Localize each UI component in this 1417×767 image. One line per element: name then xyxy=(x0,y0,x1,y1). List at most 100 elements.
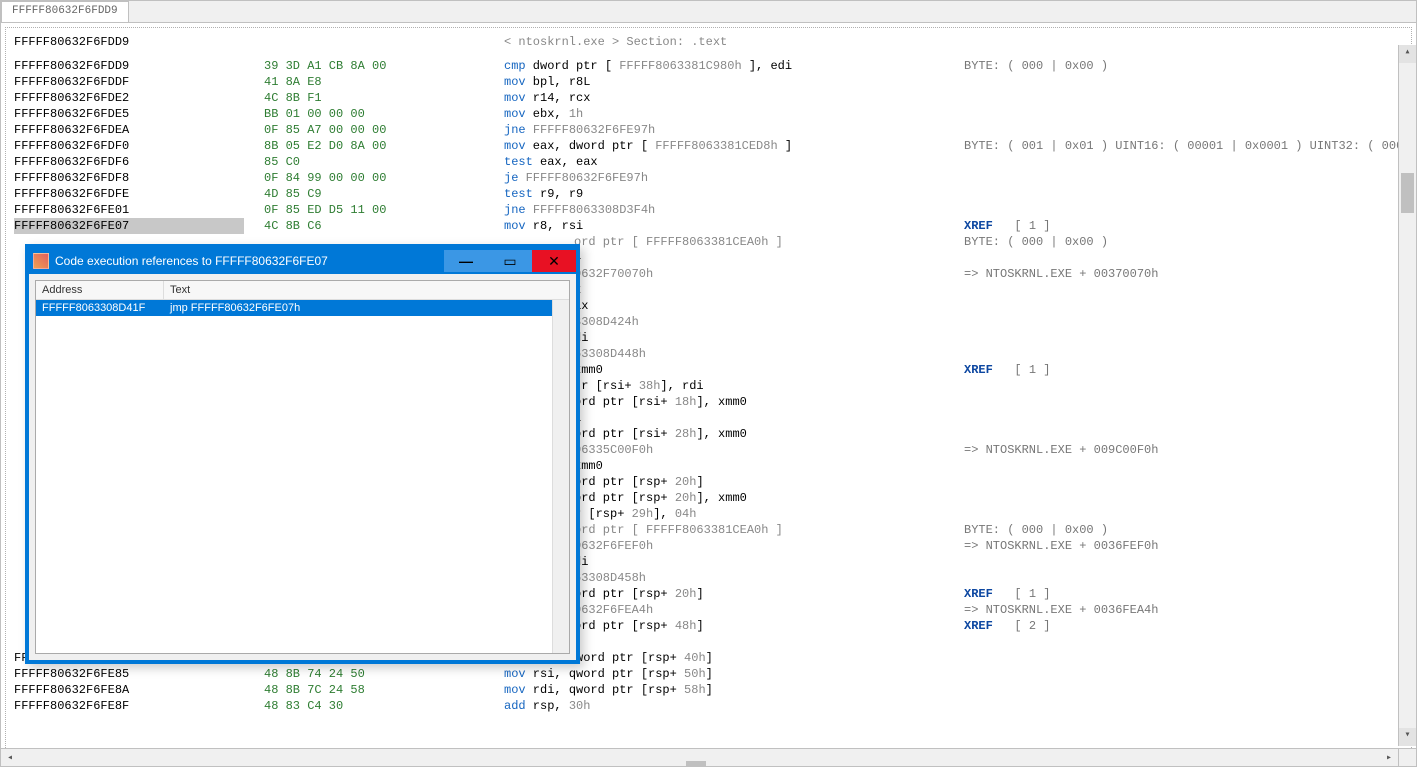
bytes-cell: BB 01 00 00 00 xyxy=(264,106,504,122)
scroll-up-icon[interactable]: ▴ xyxy=(1399,45,1416,63)
info-cell xyxy=(964,570,1403,586)
info-cell: => NTOSKRNL.EXE + 009C00F0h xyxy=(964,442,1403,458)
code-row[interactable]: FFFFF80632F6FDF80F 84 99 00 00 00je FFFF… xyxy=(14,170,1403,186)
asm-cell: je FFFFF80632F6FE97h xyxy=(504,170,964,186)
addr-cell: FFFFF80632F6FE01 xyxy=(14,202,244,218)
dialog-title: Code execution references to FFFFF80632F… xyxy=(53,254,444,268)
info-cell: XREF [ 1 ] xyxy=(964,586,1403,602)
branch-marker xyxy=(244,218,264,234)
info-cell xyxy=(964,394,1403,410)
info-cell xyxy=(964,330,1403,346)
branch-marker xyxy=(244,90,264,106)
scroll-right-icon[interactable]: ▸ xyxy=(1380,752,1398,764)
xref-listview[interactable]: Address Text FFFFF8063308D41F jmp FFFFF8… xyxy=(35,280,570,654)
close-button[interactable]: ✕ xyxy=(532,250,576,272)
asm-cell: add rsp, 30h xyxy=(504,698,964,714)
tab-bar: FFFFF80632F6FDD9 xyxy=(1,1,1416,23)
bytes-cell: 85 C0 xyxy=(264,154,504,170)
info-cell xyxy=(964,378,1403,394)
asm-cell: mov rsi, qword ptr [rsp+ 50h] xyxy=(504,666,964,682)
info-cell: XREF [ 2 ] xyxy=(964,618,1403,634)
branch-marker xyxy=(244,682,264,698)
scroll-track[interactable] xyxy=(1399,63,1416,728)
info-cell: XREF [ 1 ] xyxy=(964,362,1403,378)
code-row[interactable]: FFFFF80632F6FE85 48 8B 74 24 50mov rsi, q… xyxy=(14,666,1403,682)
code-row[interactable]: FFFFF80632F6FE01 0F 85 ED D5 11 00jne FFF… xyxy=(14,202,1403,218)
code-row[interactable]: FFFFF80632F6FDF0 8B 05 E2 D0 8A 00mov eax… xyxy=(14,138,1403,154)
window-buttons: — ▭ ✕ xyxy=(444,250,576,272)
vertical-scrollbar[interactable]: ▴ ▾ xyxy=(1398,45,1416,746)
column-text[interactable]: Text xyxy=(164,281,569,299)
bytes-cell: 39 3D A1 CB 8A 00 xyxy=(264,58,504,74)
info-cell: => NTOSKRNL.EXE + 0036FEF0h xyxy=(964,538,1403,554)
xref-row[interactable]: FFFFF8063308D41F jmp FFFFF80632F6FE07h xyxy=(36,300,552,316)
scroll-left-icon[interactable]: ◂ xyxy=(1,752,19,764)
addr-cell: FFFFF80632F6FDF0 xyxy=(14,138,244,154)
info-cell xyxy=(964,410,1403,426)
addr-cell: FFFFF80632F6FDE5 xyxy=(14,106,244,122)
address-tab[interactable]: FFFFF80632F6FDD9 xyxy=(1,1,129,22)
info-cell xyxy=(964,298,1403,314)
info-cell: BYTE: ( 000 | 0x00 ) xyxy=(964,522,1403,538)
info-cell xyxy=(964,106,1403,122)
info-cell xyxy=(964,554,1403,570)
listview-rows: FFFFF8063308D41F jmp FFFFF80632F6FE07h xyxy=(36,300,552,653)
addr-cell: FFFFF80632F6FDF6 xyxy=(14,154,244,170)
xref-address: FFFFF8063308D41F xyxy=(36,300,164,316)
bytes-cell: 48 8B 74 24 50 xyxy=(264,666,504,682)
info-cell xyxy=(964,426,1403,442)
info-cell xyxy=(964,650,1403,666)
xref-text: jmp FFFFF80632F6FE07h xyxy=(164,300,552,316)
branch-marker xyxy=(244,666,264,682)
column-address[interactable]: Address xyxy=(36,281,164,299)
code-row[interactable]: FFFFF80632F6FDEA0F 85 A7 00 00 00jne FFF… xyxy=(14,122,1403,138)
asm-cell: mov r14, rcx xyxy=(504,90,964,106)
info-cell xyxy=(964,458,1403,474)
info-cell xyxy=(964,186,1403,202)
info-cell xyxy=(964,170,1403,186)
scroll-down-icon[interactable]: ▾ xyxy=(1399,728,1416,746)
branch-marker xyxy=(244,106,264,122)
info-cell xyxy=(964,282,1403,298)
code-row[interactable]: FFFFF80632F6FE8A48 8B 7C 24 58mov rdi, q… xyxy=(14,682,1403,698)
info-cell: BYTE: ( 000 | 0x00 ) xyxy=(964,58,1403,74)
asm-cell: mov eax, dword ptr [ FFFFF8063381CED8h ] xyxy=(504,138,964,154)
bytes-cell: 0F 85 ED D5 11 00 xyxy=(264,202,504,218)
info-cell xyxy=(964,490,1403,506)
info-cell xyxy=(964,74,1403,90)
xref-dialog[interactable]: Code execution references to FFFFF80632F… xyxy=(25,244,580,664)
addr-cell: FFFFF80632F6FDE2 xyxy=(14,90,244,106)
listview-header: Address Text xyxy=(36,281,569,300)
bytes-cell: 8B 05 E2 D0 8A 00 xyxy=(264,138,504,154)
dialog-body: Address Text FFFFF8063308D41F jmp FFFFF8… xyxy=(29,274,576,660)
maximize-button[interactable]: ▭ xyxy=(488,250,532,272)
bytes-cell: 4D 85 C9 xyxy=(264,186,504,202)
asm-cell: jne FFFFF8063308D3F4h xyxy=(504,202,964,218)
listview-scrollbar[interactable] xyxy=(552,300,569,653)
branch-marker xyxy=(244,170,264,186)
code-row[interactable]: FFFFF80632F6FDF685 C0test eax, eax xyxy=(14,154,1403,170)
asm-cell: mov r8, rsi xyxy=(504,218,964,234)
code-row[interactable]: FFFFF80632F6FDE24C 8B F1mov r14, rcx xyxy=(14,90,1403,106)
code-row[interactable]: FFFFF80632F6FDD939 3D A1 CB 8A 00cmp dwo… xyxy=(14,58,1403,74)
minimize-button[interactable]: — xyxy=(444,250,488,272)
code-row[interactable]: FFFFF80632F6FDE5 BB 01 00 00 00mov ebx, 1… xyxy=(14,106,1403,122)
info-cell xyxy=(964,202,1403,218)
asm-cell: mov bpl, r8L xyxy=(504,74,964,90)
branch-marker xyxy=(244,154,264,170)
asm-cell: mov ebx, 1h xyxy=(504,106,964,122)
code-row[interactable]: FFFFF80632F6FDDF41 8A E8mov bpl, r8L xyxy=(14,74,1403,90)
addr-cell: FFFFF80632F6FE07 xyxy=(14,218,244,234)
code-row[interactable]: FFFFF80632F6FDFE4D 85 C9test r9, r9 xyxy=(14,186,1403,202)
addr-cell: FFFFF80632F6FDD9 xyxy=(14,58,244,74)
bytes-cell: 48 8B 7C 24 58 xyxy=(264,682,504,698)
dialog-titlebar[interactable]: Code execution references to FFFFF80632F… xyxy=(29,248,576,274)
code-row[interactable]: FFFFF80632F6FE074C 8B C6mov r8, rsiXREF … xyxy=(14,218,1403,234)
code-row[interactable]: FFFFF80632F6FE8F48 83 C4 30add rsp, 30h xyxy=(14,698,1403,714)
horizontal-scrollbar[interactable]: ◂ ▸ xyxy=(1,748,1398,766)
scroll-thumb[interactable] xyxy=(1401,173,1414,213)
hscroll-thumb[interactable] xyxy=(686,761,706,767)
addr-cell: FFFFF80632F6FE85 xyxy=(14,666,244,682)
info-cell xyxy=(964,154,1403,170)
branch-marker xyxy=(244,186,264,202)
